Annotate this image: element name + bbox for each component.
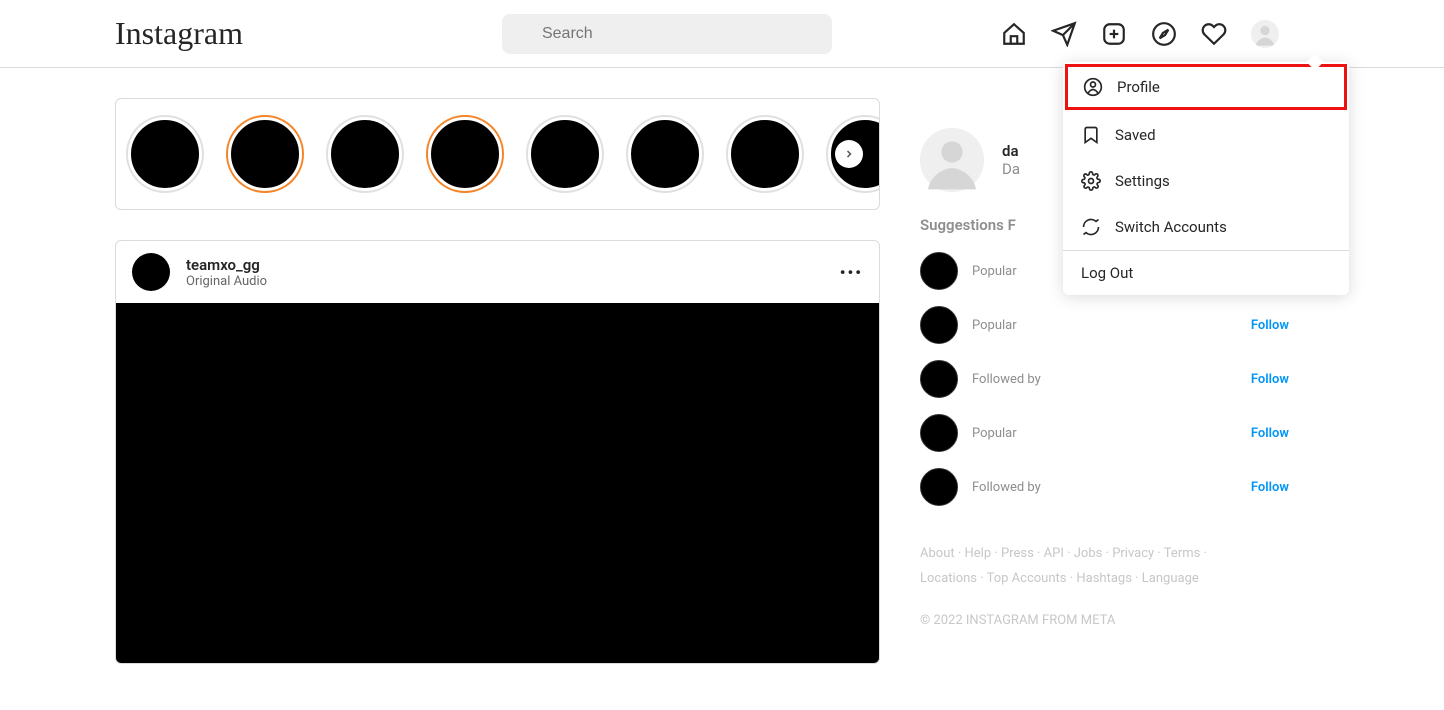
home-icon[interactable] [1001, 21, 1027, 47]
story-item[interactable] [128, 117, 202, 191]
suggestion-item: Popular Follow [920, 298, 1329, 352]
suggestion-subtext: Followed by [972, 372, 1041, 387]
post-subtitle[interactable]: Original Audio [186, 274, 267, 289]
profile-dropdown-menu: Profile Saved Settings Switch Accounts L… [1063, 62, 1349, 295]
suggestion-avatar[interactable] [920, 414, 958, 452]
suggestion-item: Popular Follow [920, 406, 1329, 460]
menu-label: Log Out [1081, 264, 1133, 282]
profile-avatar-button[interactable] [1251, 20, 1279, 48]
suggestion-subtext: Followed by [972, 480, 1041, 495]
current-user-username: da [1002, 142, 1020, 160]
post-media[interactable] [116, 303, 879, 663]
search-input[interactable] [502, 14, 832, 54]
menu-item-saved[interactable]: Saved [1063, 112, 1349, 158]
post-author-username[interactable]: teamxo_gg [186, 256, 267, 274]
suggestion-avatar[interactable] [920, 360, 958, 398]
suggestion-item: Followed by Follow [920, 352, 1329, 406]
footer-link[interactable]: Privacy [1112, 546, 1154, 561]
menu-item-profile[interactable]: Profile [1065, 64, 1347, 110]
story-item[interactable] [228, 117, 302, 191]
current-user-avatar[interactable] [920, 128, 984, 192]
follow-button[interactable]: Follow [1251, 426, 1289, 441]
footer-link[interactable]: Language [1142, 571, 1199, 586]
instagram-logo[interactable]: Instagram [115, 15, 243, 52]
post-more-button[interactable]: ••• [840, 263, 863, 282]
footer-links: About · Help · Press · API · Jobs · Priv… [920, 542, 1329, 591]
stories-tray [115, 98, 880, 210]
footer-copyright: © 2022 INSTAGRAM FROM META [920, 613, 1329, 628]
story-item[interactable] [428, 117, 502, 191]
menu-item-logout[interactable]: Log Out [1063, 251, 1349, 295]
suggestion-subtext: Popular [972, 264, 1017, 279]
menu-label: Switch Accounts [1115, 218, 1227, 236]
activity-icon[interactable] [1201, 21, 1227, 47]
new-post-icon[interactable] [1101, 21, 1127, 47]
current-user-displayname: Da [1002, 160, 1020, 178]
follow-button[interactable]: Follow [1251, 318, 1289, 333]
menu-item-settings[interactable]: Settings [1063, 158, 1349, 204]
bookmark-icon [1081, 125, 1101, 145]
follow-button[interactable]: Follow [1251, 480, 1289, 495]
suggestion-subtext: Popular [972, 318, 1017, 333]
footer-link[interactable]: About [920, 546, 955, 561]
footer-link[interactable]: Hashtags [1076, 571, 1132, 586]
gear-icon [1081, 171, 1101, 191]
footer-link[interactable]: Help [964, 546, 991, 561]
suggestion-subtext: Popular [972, 426, 1017, 441]
nav-icons [1001, 20, 1279, 48]
footer-link[interactable]: Top Accounts [987, 571, 1067, 586]
top-nav: Instagram [0, 0, 1444, 68]
footer-link[interactable]: API [1044, 546, 1064, 561]
post-author-avatar[interactable] [132, 253, 170, 291]
story-item[interactable] [328, 117, 402, 191]
menu-label: Saved [1115, 126, 1156, 144]
profile-icon [1083, 77, 1103, 97]
footer-link[interactable]: Terms [1164, 546, 1201, 561]
menu-label: Settings [1115, 172, 1170, 190]
messages-icon[interactable] [1051, 21, 1077, 47]
story-item[interactable] [628, 117, 702, 191]
explore-icon[interactable] [1151, 21, 1177, 47]
story-item[interactable] [528, 117, 602, 191]
follow-button[interactable]: Follow [1251, 372, 1289, 387]
suggestion-avatar[interactable] [920, 306, 958, 344]
stories-next-button[interactable] [835, 140, 863, 168]
footer-link[interactable]: Jobs [1074, 546, 1103, 561]
footer-link[interactable]: Locations [920, 571, 977, 586]
suggestion-item: Followed by Follow [920, 460, 1329, 514]
footer-link[interactable]: Press [1001, 546, 1034, 561]
story-item[interactable] [728, 117, 802, 191]
switch-icon [1081, 217, 1101, 237]
menu-label: Profile [1117, 78, 1160, 96]
suggestion-avatar[interactable] [920, 252, 958, 290]
feed-post: teamxo_gg Original Audio ••• [115, 240, 880, 664]
suggestion-avatar[interactable] [920, 468, 958, 506]
menu-item-switch[interactable]: Switch Accounts [1063, 204, 1349, 250]
